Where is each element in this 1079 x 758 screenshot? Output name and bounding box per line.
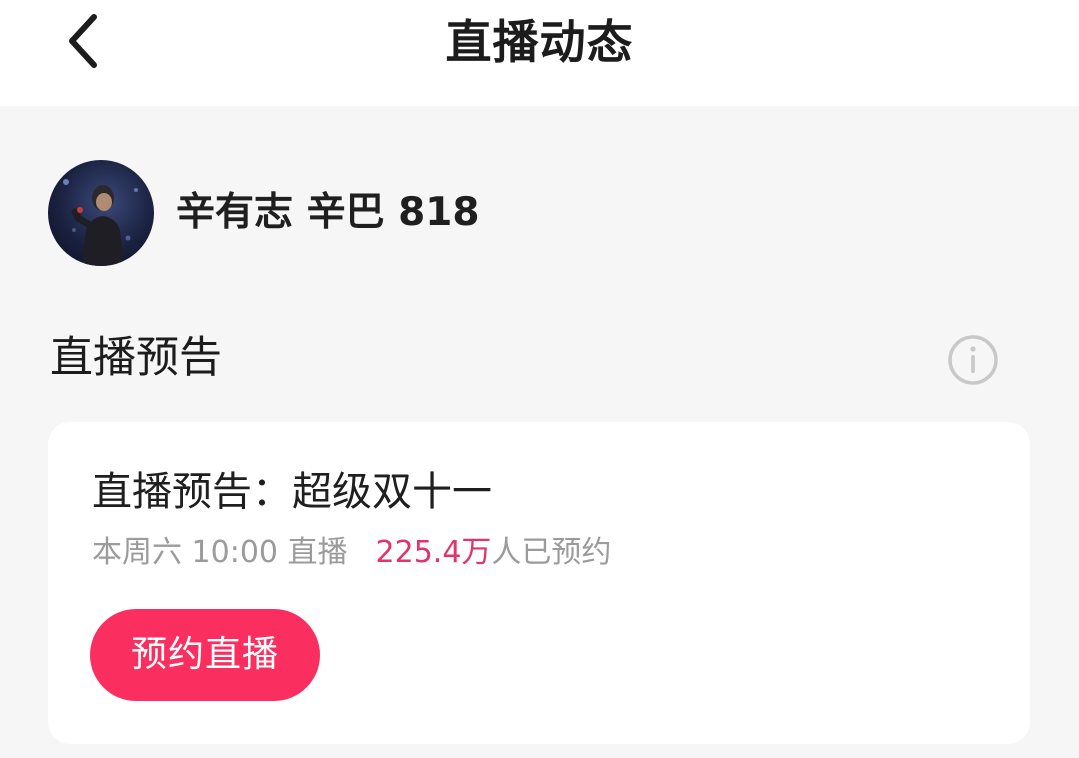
preview-title: 直播预告：超级双十一 — [92, 469, 492, 515]
top-bar: 直播动态 — [0, 0, 1079, 106]
section-title: 直播预告 — [50, 333, 222, 383]
reserve-suffix: 人已预约 — [491, 535, 612, 570]
info-circle-icon — [948, 335, 998, 385]
schedule-text: 本周六 10:00 直播 — [92, 535, 348, 570]
info-button[interactable] — [946, 333, 1000, 387]
avatar[interactable] — [48, 160, 154, 266]
avatar-photo — [63, 179, 138, 266]
preview-meta: 本周六 10:00 直播 225.4万人已预约 — [92, 533, 611, 573]
reserve-live-button[interactable]: 预约直播 — [90, 609, 320, 701]
streamer-profile[interactable]: 辛有志 辛巴 818 — [48, 160, 480, 266]
live-preview-card: 直播预告：超级双十一 本周六 10:00 直播 225.4万人已预约 预约直播 — [48, 422, 1030, 744]
streamer-name[interactable]: 辛有志 辛巴 818 — [176, 188, 480, 238]
page-title: 直播动态 — [445, 15, 634, 69]
reserve-count: 225.4万 — [375, 535, 492, 570]
